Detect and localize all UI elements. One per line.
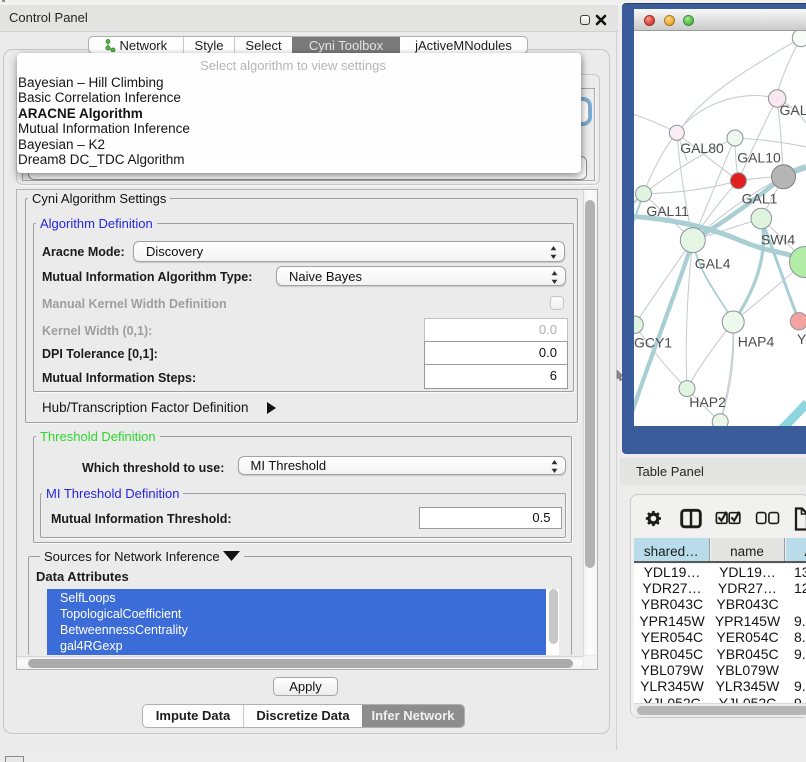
svg-text:GAL11: GAL11 [646,203,689,219]
svg-text:GAL4: GAL4 [695,256,731,272]
svg-text:GAL10: GAL10 [737,150,781,166]
svg-text:GAL1: GAL1 [742,191,778,207]
svg-text:YM: YM [797,331,806,347]
svg-text:HAP2: HAP2 [689,394,726,410]
svg-text:SWI4: SWI4 [761,232,795,248]
svg-text:GAL80: GAL80 [680,140,724,156]
svg-text:GAL7: GAL7 [780,102,806,118]
svg-text:HAP4: HAP4 [738,333,775,349]
svg-text:GCY1: GCY1 [634,335,672,351]
